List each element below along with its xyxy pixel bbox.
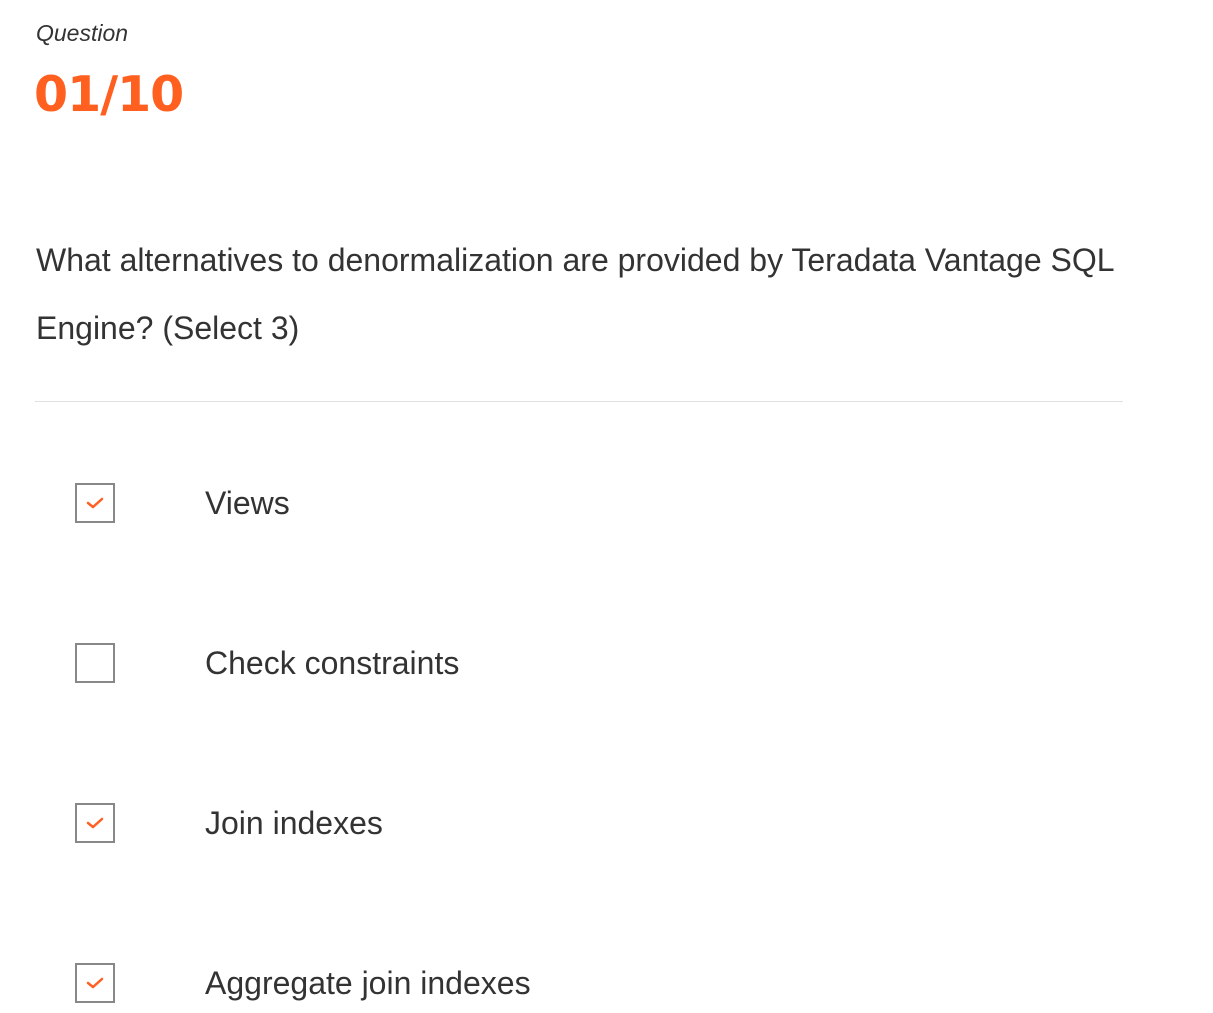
checkmark-icon [86,497,104,509]
option-check-constraints[interactable]: Check constraints [75,643,459,683]
divider [35,401,1123,402]
question-counter: 01/10 [34,66,184,123]
checkbox[interactable] [75,483,115,523]
option-label: Join indexes [205,805,383,841]
checkmark-icon [86,977,104,989]
checkmark-icon [86,817,104,829]
question-text: What alternatives to denormalization are… [36,242,1114,346]
option-label: Views [205,485,290,521]
option-label: Check constraints [205,645,460,681]
option-aggregate-join-indexes[interactable]: Aggregate join indexes [75,963,531,1003]
checkbox[interactable] [75,963,115,1003]
option-label: Aggregate join indexes [205,965,531,1001]
option-join-indexes[interactable]: Join indexes [75,803,383,843]
checkbox[interactable] [75,643,115,683]
option-views[interactable]: Views [75,483,290,523]
question-label: Question [36,20,129,46]
checkbox[interactable] [75,803,115,843]
